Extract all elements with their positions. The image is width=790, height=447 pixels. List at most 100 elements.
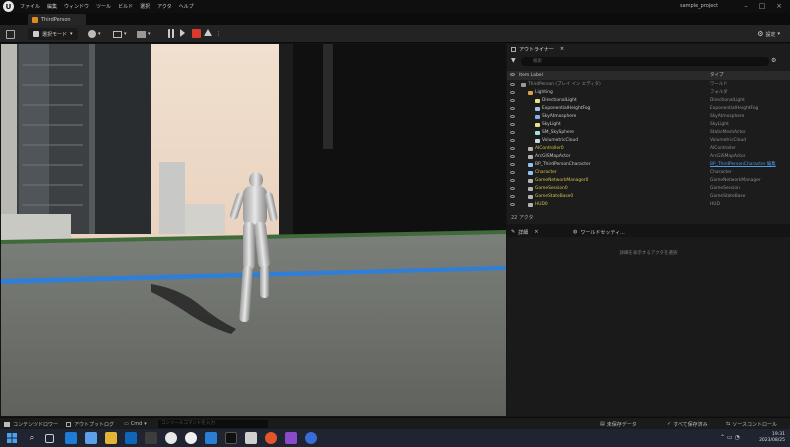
app-icon-3[interactable] bbox=[245, 432, 257, 444]
eye-icon[interactable] bbox=[510, 195, 515, 198]
outliner-row[interactable]: ArcGISMapActor ArcGISMapActor bbox=[507, 153, 790, 161]
gear-icon: ⚙ bbox=[757, 30, 764, 38]
edge-icon[interactable] bbox=[65, 432, 77, 444]
eye-icon[interactable] bbox=[510, 131, 515, 134]
eye-icon[interactable] bbox=[510, 139, 515, 142]
column-type[interactable]: タイプ bbox=[710, 72, 724, 79]
save-all-label: すべて保存済み bbox=[673, 421, 708, 428]
stop-icon[interactable] bbox=[192, 29, 201, 38]
minimize-icon[interactable]: – bbox=[740, 2, 752, 10]
outliner-row-type: DirectionalLight bbox=[710, 98, 745, 103]
tab-details[interactable]: ✎ 詳細 × bbox=[511, 227, 538, 237]
menu-tools[interactable]: ツール bbox=[96, 3, 111, 10]
unreal-logo-icon[interactable]: U bbox=[3, 1, 14, 12]
filter-icon[interactable]: ▼ bbox=[511, 57, 516, 64]
outliner-row-label: BP_ThirdPersonCharacter bbox=[535, 162, 591, 167]
windows-start-icon[interactable] bbox=[6, 432, 18, 444]
outliner-row[interactable]: Character Character bbox=[507, 169, 790, 177]
app-icon-4[interactable] bbox=[305, 432, 317, 444]
close-icon[interactable]: × bbox=[773, 2, 785, 10]
outliner-row-type[interactable]: BP_ThirdPersonCharacter 編集 bbox=[710, 161, 776, 169]
save-all-button[interactable]: ✓ すべて保存済み bbox=[667, 420, 708, 428]
eye-icon[interactable] bbox=[510, 155, 515, 158]
eject-icon[interactable] bbox=[204, 29, 212, 36]
terminal-taskbar-icon[interactable] bbox=[225, 432, 237, 444]
output-log-button[interactable]: アウトプットログ bbox=[66, 420, 114, 428]
settings-button[interactable]: ⚙ 設定 ▾ bbox=[757, 28, 780, 40]
outliner-row[interactable]: SkyAtmosphere SkyAtmosphere bbox=[507, 113, 790, 121]
outliner-row[interactable]: AIController0 AIController bbox=[507, 145, 790, 153]
cmd-select[interactable]: ▭ Cmd ▾ bbox=[124, 420, 147, 428]
outliner-row[interactable]: GameNetworkManager0 GameNetworkManager bbox=[507, 177, 790, 185]
visual-studio-icon[interactable] bbox=[285, 432, 297, 444]
outliner-row[interactable]: GameSession0 GameSession bbox=[507, 185, 790, 193]
tab-level[interactable]: ThirdPerson bbox=[28, 14, 86, 25]
eye-icon[interactable] bbox=[510, 91, 515, 94]
outliner-row[interactable]: GameStateBase0 GameStateBase bbox=[507, 193, 790, 201]
menu-edit[interactable]: 編集 bbox=[47, 3, 57, 10]
outliner-row[interactable]: HUD0 HUD bbox=[507, 201, 790, 209]
pause-icon[interactable] bbox=[168, 29, 174, 38]
taskbar-clock[interactable]: 19:31 2023/08/25 bbox=[759, 432, 785, 444]
eye-icon[interactable] bbox=[510, 73, 515, 76]
outliner-row[interactable]: BP_ThirdPersonCharacter BP_ThirdPersonCha… bbox=[507, 161, 790, 169]
search-icon[interactable]: ⌕ bbox=[26, 432, 38, 444]
frame-advance-icon[interactable] bbox=[180, 29, 185, 37]
outliner-row[interactable]: ThirdPerson (プレイ イン エディタ) ワールド bbox=[507, 81, 790, 89]
tab-world-settings[interactable]: ◍ ワールドセッティ... bbox=[573, 227, 625, 237]
system-tray-icons[interactable]: ⌃ ▭ ◔ bbox=[720, 434, 740, 441]
menu-window[interactable]: ウィンドウ bbox=[64, 3, 89, 10]
level-viewport[interactable] bbox=[1, 44, 506, 416]
firefox-icon[interactable] bbox=[265, 432, 277, 444]
outliner-row[interactable]: SkyLight SkyLight bbox=[507, 121, 790, 129]
outliner-row[interactable]: ExponentialHeightFog ExponentialHeightFog bbox=[507, 105, 790, 113]
column-item-label[interactable]: Item Label bbox=[519, 72, 543, 79]
task-view-icon[interactable] bbox=[45, 434, 54, 443]
settings-icon[interactable]: ⚙ bbox=[771, 57, 776, 64]
outliner-row[interactable]: SM_SkySphere StaticMeshActor bbox=[507, 129, 790, 137]
eye-icon[interactable] bbox=[510, 99, 515, 102]
tab-outliner[interactable]: アウトライナー × bbox=[507, 44, 564, 54]
close-icon[interactable]: × bbox=[534, 229, 538, 235]
outliner-row[interactable]: DirectionalLight DirectionalLight bbox=[507, 97, 790, 105]
console-command-input[interactable]: コンソールコマンドを入力 bbox=[158, 420, 268, 428]
app-icon[interactable] bbox=[85, 432, 97, 444]
eye-icon[interactable] bbox=[510, 203, 515, 206]
menu-actor[interactable]: アクタ bbox=[157, 3, 172, 10]
close-icon[interactable]: × bbox=[560, 46, 564, 52]
save-icon[interactable] bbox=[6, 28, 15, 40]
eye-icon[interactable] bbox=[510, 171, 515, 174]
outliner-row[interactable]: VolumetricCloud VolumetricCloud bbox=[507, 137, 790, 145]
chevron-down-icon: ▾ bbox=[144, 421, 147, 427]
outliner-row[interactable]: Lighting フォルダ bbox=[507, 89, 790, 97]
menu-file[interactable]: ファイル bbox=[20, 3, 40, 10]
menu-select[interactable]: 選択 bbox=[140, 3, 150, 10]
outliner-search-input[interactable]: 検索 bbox=[521, 57, 769, 66]
eye-icon[interactable] bbox=[510, 83, 515, 86]
eye-icon[interactable] bbox=[510, 107, 515, 110]
play-options-icon[interactable]: ⋮ bbox=[216, 28, 221, 40]
app-icon-2[interactable] bbox=[205, 432, 217, 444]
store-icon[interactable] bbox=[145, 432, 157, 444]
mail-icon[interactable] bbox=[125, 432, 137, 444]
chrome-icon[interactable] bbox=[165, 432, 177, 444]
blueprint-button[interactable]: ▾ bbox=[113, 28, 127, 40]
cinematics-button[interactable]: ▾ bbox=[137, 28, 151, 40]
menu-build[interactable]: ビルド bbox=[118, 3, 133, 10]
maximize-icon[interactable]: □ bbox=[756, 2, 768, 10]
file-explorer-icon[interactable] bbox=[105, 432, 117, 444]
menu-help[interactable]: ヘルプ bbox=[179, 3, 194, 10]
eye-icon[interactable] bbox=[510, 187, 515, 190]
eye-icon[interactable] bbox=[510, 163, 515, 166]
add-actor-button[interactable]: ▾ bbox=[88, 28, 101, 40]
unsaved-data-button[interactable]: ▤ 未保存データ bbox=[600, 420, 637, 428]
source-control-button[interactable]: ⇆ ソースコントロール bbox=[726, 420, 777, 428]
eye-icon[interactable] bbox=[510, 115, 515, 118]
eye-icon[interactable] bbox=[510, 123, 515, 126]
content-drawer-button[interactable]: コンテンツドロワー bbox=[4, 420, 58, 428]
mode-select[interactable]: 選択モード ▾ bbox=[28, 28, 78, 40]
details-icon: ✎ bbox=[511, 229, 516, 235]
eye-icon[interactable] bbox=[510, 147, 515, 150]
eye-icon[interactable] bbox=[510, 179, 515, 182]
unreal-taskbar-icon[interactable] bbox=[185, 432, 197, 444]
